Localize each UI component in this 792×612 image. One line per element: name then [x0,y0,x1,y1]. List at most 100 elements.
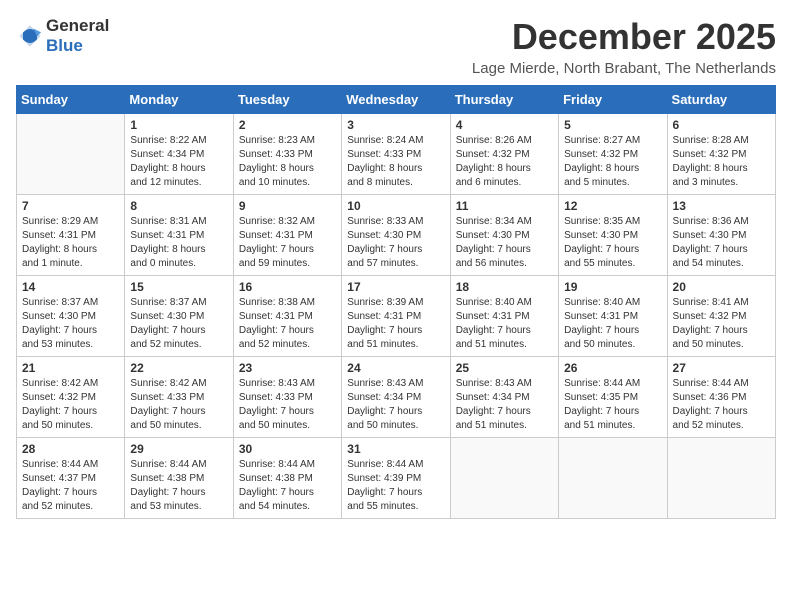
logo: General Blue [16,16,109,56]
weekday-header-friday: Friday [559,86,667,114]
day-number: 7 [22,199,119,213]
day-number: 4 [456,118,553,132]
calendar-cell: 2 Sunrise: 8:23 AMSunset: 4:33 PMDaylight… [233,114,341,195]
day-number: 8 [130,199,227,213]
calendar-table: SundayMondayTuesdayWednesdayThursdayFrid… [16,85,776,519]
day-number: 2 [239,118,336,132]
day-number: 13 [673,199,770,213]
day-info: Sunrise: 8:44 AMSunset: 4:39 PMDaylight:… [347,458,444,514]
logo-general: General [46,16,109,35]
day-number: 5 [564,118,661,132]
week-row-3: 14 Sunrise: 8:37 AMSunset: 4:30 PMDayligh… [17,276,776,357]
calendar-cell: 14 Sunrise: 8:37 AMSunset: 4:30 PMDayligh… [17,276,125,357]
day-number: 23 [239,361,336,375]
weekday-header-monday: Monday [125,86,233,114]
day-info: Sunrise: 8:32 AMSunset: 4:31 PMDaylight:… [239,215,336,271]
day-info: Sunrise: 8:29 AMSunset: 4:31 PMDaylight:… [22,215,119,271]
weekday-header-tuesday: Tuesday [233,86,341,114]
week-row-4: 21 Sunrise: 8:42 AMSunset: 4:32 PMDayligh… [17,357,776,438]
day-info: Sunrise: 8:26 AMSunset: 4:32 PMDaylight:… [456,134,553,190]
weekday-header-wednesday: Wednesday [342,86,450,114]
calendar-cell: 21 Sunrise: 8:42 AMSunset: 4:32 PMDayligh… [17,357,125,438]
week-row-2: 7 Sunrise: 8:29 AMSunset: 4:31 PMDaylight… [17,195,776,276]
day-info: Sunrise: 8:24 AMSunset: 4:33 PMDaylight:… [347,134,444,190]
day-number: 28 [22,442,119,456]
calendar-cell: 8Sunrise: 8:31 AMSunset: 4:31 PMDaylight… [125,195,233,276]
day-number: 14 [22,280,119,294]
day-info: Sunrise: 8:35 AMSunset: 4:30 PMDaylight:… [564,215,661,271]
day-info: Sunrise: 8:42 AMSunset: 4:32 PMDaylight:… [22,377,119,433]
weekday-header-thursday: Thursday [450,86,558,114]
calendar-cell: 9 Sunrise: 8:32 AMSunset: 4:31 PMDaylight… [233,195,341,276]
calendar-cell: 4 Sunrise: 8:26 AMSunset: 4:32 PMDaylight… [450,114,558,195]
calendar-cell: 11 Sunrise: 8:34 AMSunset: 4:30 PMDayligh… [450,195,558,276]
day-info: Sunrise: 8:27 AMSunset: 4:32 PMDaylight:… [564,134,661,190]
day-info: Sunrise: 8:33 AMSunset: 4:30 PMDaylight:… [347,215,444,271]
day-number: 24 [347,361,444,375]
day-number: 10 [347,199,444,213]
calendar-cell: 25 Sunrise: 8:43 AMSunset: 4:34 PMDayligh… [450,357,558,438]
day-number: 26 [564,361,661,375]
calendar-cell: 16 Sunrise: 8:38 AMSunset: 4:31 PMDayligh… [233,276,341,357]
weekday-header-sunday: Sunday [17,86,125,114]
calendar-cell: 6 Sunrise: 8:28 AMSunset: 4:32 PMDaylight… [667,114,775,195]
day-number: 12 [564,199,661,213]
calendar-cell: 28Sunrise: 8:44 AMSunset: 4:37 PMDayligh… [17,438,125,519]
day-number: 30 [239,442,336,456]
logo-icon [16,22,44,50]
day-number: 3 [347,118,444,132]
day-info: Sunrise: 8:43 AMSunset: 4:34 PMDaylight:… [456,377,553,433]
day-number: 25 [456,361,553,375]
day-number: 6 [673,118,770,132]
week-row-1: 1 Sunrise: 8:22 AMSunset: 4:34 PMDaylight… [17,114,776,195]
day-number: 9 [239,199,336,213]
day-info: Sunrise: 8:39 AMSunset: 4:31 PMDaylight:… [347,296,444,352]
calendar-cell [17,114,125,195]
day-info: Sunrise: 8:34 AMSunset: 4:30 PMDaylight:… [456,215,553,271]
day-info: Sunrise: 8:22 AMSunset: 4:34 PMDaylight:… [130,134,227,190]
header: General Blue December 2025 Lage Mierde, … [16,16,776,77]
title-area: December 2025 Lage Mierde, North Brabant… [472,16,776,77]
calendar-cell: 26 Sunrise: 8:44 AMSunset: 4:35 PMDayligh… [559,357,667,438]
day-number: 21 [22,361,119,375]
day-number: 16 [239,280,336,294]
logo-blue: Blue [46,36,83,55]
day-info: Sunrise: 8:40 AMSunset: 4:31 PMDaylight:… [456,296,553,352]
calendar-cell [559,438,667,519]
logo-text: General Blue [46,16,109,56]
day-number: 1 [130,118,227,132]
calendar-cell: 10 Sunrise: 8:33 AMSunset: 4:30 PMDayligh… [342,195,450,276]
day-number: 22 [130,361,227,375]
day-info: Sunrise: 8:37 AMSunset: 4:30 PMDaylight:… [130,296,227,352]
day-number: 19 [564,280,661,294]
day-number: 29 [130,442,227,456]
day-info: Sunrise: 8:23 AMSunset: 4:33 PMDaylight:… [239,134,336,190]
calendar-cell: 15Sunrise: 8:37 AMSunset: 4:30 PMDayligh… [125,276,233,357]
calendar-cell: 12 Sunrise: 8:35 AMSunset: 4:30 PMDayligh… [559,195,667,276]
day-info: Sunrise: 8:28 AMSunset: 4:32 PMDaylight:… [673,134,770,190]
week-row-5: 28Sunrise: 8:44 AMSunset: 4:37 PMDayligh… [17,438,776,519]
day-info: Sunrise: 8:43 AMSunset: 4:33 PMDaylight:… [239,377,336,433]
day-info: Sunrise: 8:44 AMSunset: 4:38 PMDaylight:… [130,458,227,514]
day-number: 11 [456,199,553,213]
day-info: Sunrise: 8:37 AMSunset: 4:30 PMDaylight:… [22,296,119,352]
location-subtitle: Lage Mierde, North Brabant, The Netherla… [472,60,776,77]
weekday-header-row: SundayMondayTuesdayWednesdayThursdayFrid… [17,86,776,114]
day-number: 20 [673,280,770,294]
day-info: Sunrise: 8:44 AMSunset: 4:38 PMDaylight:… [239,458,336,514]
calendar-cell: 5 Sunrise: 8:27 AMSunset: 4:32 PMDaylight… [559,114,667,195]
calendar-cell: 24Sunrise: 8:43 AMSunset: 4:34 PMDayligh… [342,357,450,438]
day-info: Sunrise: 8:44 AMSunset: 4:35 PMDaylight:… [564,377,661,433]
calendar-cell: 1 Sunrise: 8:22 AMSunset: 4:34 PMDaylight… [125,114,233,195]
weekday-header-saturday: Saturday [667,86,775,114]
day-info: Sunrise: 8:38 AMSunset: 4:31 PMDaylight:… [239,296,336,352]
day-info: Sunrise: 8:36 AMSunset: 4:30 PMDaylight:… [673,215,770,271]
day-number: 31 [347,442,444,456]
month-title: December 2025 [472,16,776,58]
calendar-cell [450,438,558,519]
calendar-cell: 3 Sunrise: 8:24 AMSunset: 4:33 PMDaylight… [342,114,450,195]
calendar-cell: 20Sunrise: 8:41 AMSunset: 4:32 PMDayligh… [667,276,775,357]
calendar-cell: 31 Sunrise: 8:44 AMSunset: 4:39 PMDayligh… [342,438,450,519]
calendar-cell: 29 Sunrise: 8:44 AMSunset: 4:38 PMDayligh… [125,438,233,519]
day-info: Sunrise: 8:40 AMSunset: 4:31 PMDaylight:… [564,296,661,352]
